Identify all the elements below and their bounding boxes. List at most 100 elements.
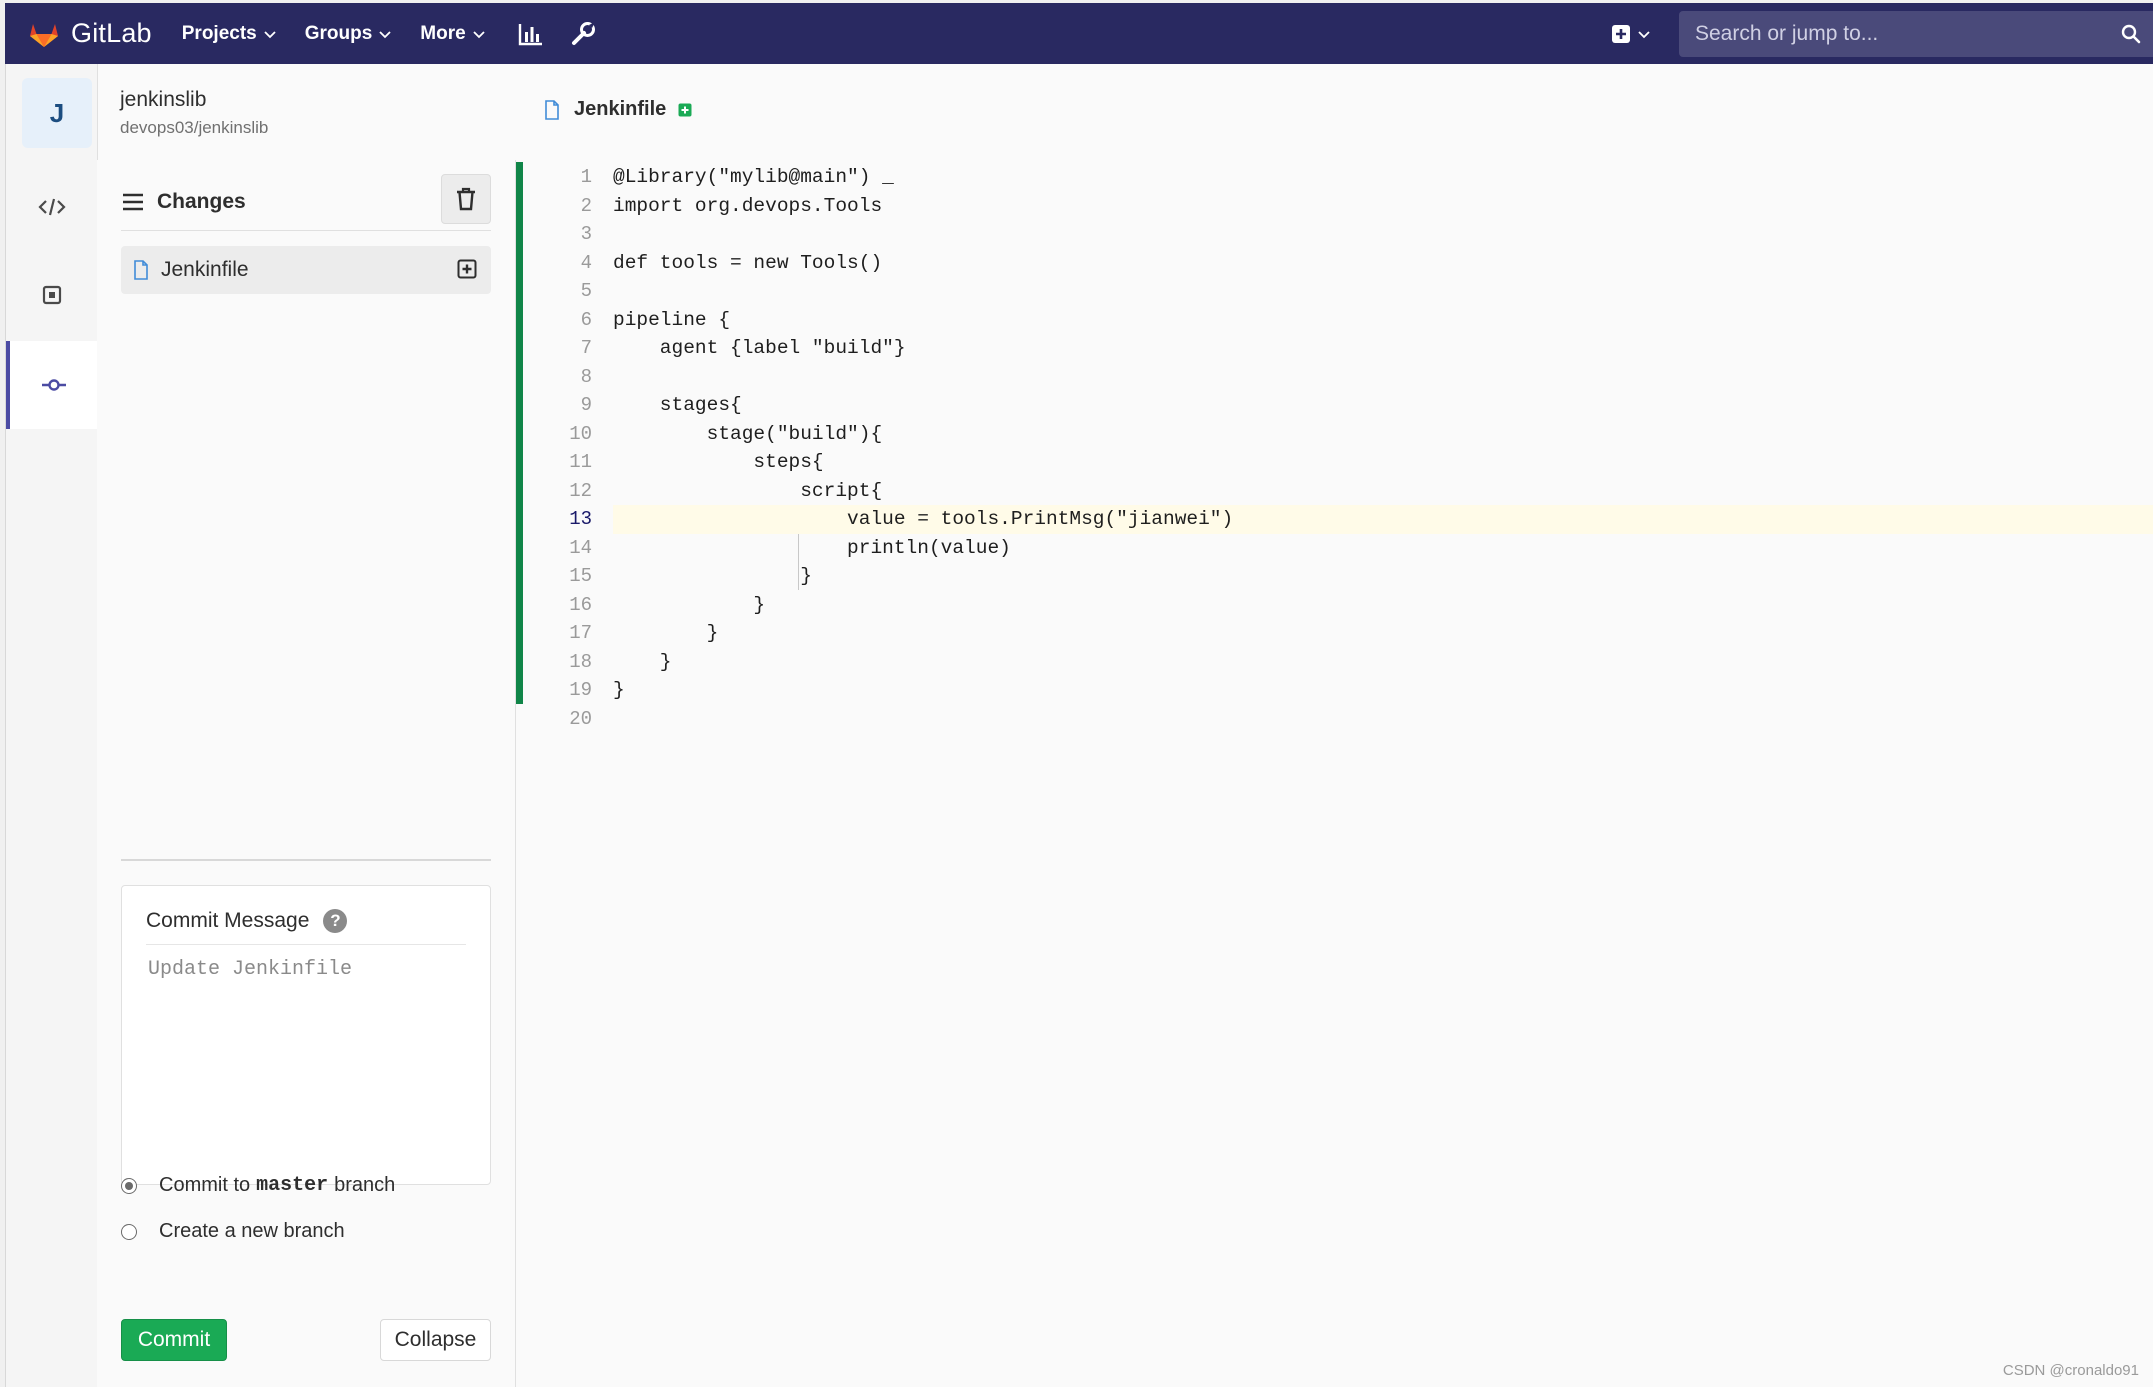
line-number: 7	[580, 337, 592, 360]
nav-groups[interactable]: Groups	[305, 23, 393, 45]
code-line[interactable]: 16 }	[516, 591, 2153, 620]
line-number: 10	[569, 422, 592, 445]
line-number: 5	[580, 280, 592, 303]
code-line[interactable]: 5	[516, 277, 2153, 306]
navbar-right	[1611, 3, 2153, 64]
code-text: }	[613, 679, 625, 702]
code-text: pipeline {	[613, 308, 731, 331]
code-line[interactable]: 1 @Library("mylib@main") _	[516, 163, 2153, 192]
nav-more-label: More	[420, 22, 466, 44]
search-box	[1679, 10, 2153, 57]
project-path: devops03/jenkinslib	[120, 118, 269, 137]
radio-button-checked[interactable]	[121, 1177, 137, 1194]
code-line[interactable]: 6 pipeline {	[516, 306, 2153, 335]
edit-mode-button[interactable]	[6, 163, 97, 251]
code-line[interactable]: 13 value = tools.PrintMsg("jianwei")	[569, 505, 2153, 534]
chevron-down-icon	[473, 30, 485, 38]
radio-button[interactable]	[121, 1223, 137, 1240]
chevron-down-icon	[264, 30, 276, 38]
panel-divider	[121, 859, 491, 861]
code-line[interactable]: 11 steps{	[516, 448, 2153, 477]
list-icon	[123, 193, 143, 211]
code-line[interactable]: 15 }	[516, 562, 2153, 591]
line-number: 4	[580, 251, 592, 274]
code-line[interactable]: 12 script{	[516, 477, 2153, 506]
new-dropdown[interactable]	[1611, 24, 1651, 44]
commit-button[interactable]: Commit	[121, 1319, 227, 1361]
changed-file-row[interactable]: Jenkinfile	[121, 246, 491, 294]
line-number: 1	[580, 166, 592, 189]
code-line[interactable]: 8	[516, 363, 2153, 392]
project-header[interactable]: jenkinslib devops03/jenkinslib	[120, 88, 268, 138]
code-text: import org.devops.Tools	[613, 194, 883, 217]
code-text: }	[613, 650, 672, 673]
search-input[interactable]	[1693, 20, 2097, 47]
code-line[interactable]: 9 stages{	[516, 391, 2153, 420]
editor-tab[interactable]: Jenkinfile	[544, 98, 692, 121]
file-addition-icon[interactable]	[457, 259, 477, 279]
collapse-button[interactable]: Collapse	[380, 1319, 491, 1361]
project-avatar[interactable]: J	[22, 78, 92, 148]
review-mode-button[interactable]	[6, 251, 97, 339]
create-new-branch-option[interactable]: Create a new branch	[121, 1220, 345, 1243]
code-text: script{	[613, 479, 883, 502]
ide-activity-bar: J	[6, 64, 98, 1387]
line-number: 20	[569, 707, 592, 730]
code-line[interactable]: 3	[516, 220, 2153, 249]
option-master-branch: master	[256, 1174, 329, 1197]
code-editor[interactable]: 1 @Library("mylib@main") _ 2 import org.dev…	[516, 162, 2153, 1387]
code-line[interactable]: 18 }	[516, 648, 2153, 677]
chevron-down-icon	[1638, 30, 1650, 38]
help-icon[interactable]: ?	[323, 909, 348, 933]
activity-chart-button[interactable]	[516, 19, 546, 49]
line-number: 18	[569, 650, 592, 673]
code-icon	[37, 198, 66, 216]
editor-tab-bar: Jenkinfile	[516, 64, 2153, 163]
commit-icon	[41, 379, 66, 391]
line-number: 16	[569, 593, 592, 616]
code-text: value = tools.PrintMsg("jianwei")	[613, 508, 1234, 531]
editor-tab-name: Jenkinfile	[574, 98, 667, 120]
code-text: stages{	[613, 394, 742, 417]
watermark: CSDN @cronaldo91	[2002, 1362, 2139, 1379]
changed-file-name: Jenkinfile	[161, 258, 249, 281]
code-text: @Library("mylib@main") _	[613, 166, 894, 189]
chevron-down-icon	[379, 30, 391, 38]
changes-panel: Changes Jenkinfile Commit Message ? Upda…	[97, 160, 516, 1387]
editor-pane: Jenkinfile 1 @Library("mylib@main") _ 2 imp…	[516, 64, 2153, 1387]
code-line[interactable]: 4 def tools = new Tools()	[516, 249, 2153, 278]
commit-to-master-option[interactable]: Commit to master branch	[121, 1174, 395, 1197]
code-line[interactable]: 19}	[516, 676, 2153, 705]
top-navbar: GitLab Projects Groups More	[5, 3, 2153, 64]
project-name: jenkinslib	[120, 88, 207, 111]
nav-projects[interactable]: Projects	[182, 23, 277, 45]
admin-area-button[interactable]	[568, 19, 598, 49]
discard-all-button[interactable]	[441, 174, 491, 224]
gitlab-logo[interactable]: GitLab	[29, 18, 152, 49]
brand-name: GitLab	[71, 18, 152, 48]
changes-header: Changes	[121, 174, 491, 231]
commit-message-input[interactable]	[146, 956, 466, 1170]
code-text: steps{	[613, 451, 824, 474]
code-text: }	[613, 565, 812, 588]
nav-more[interactable]: More	[420, 23, 485, 45]
line-number: 13	[569, 508, 592, 531]
code-line[interactable]: 2 import org.devops.Tools	[516, 192, 2153, 221]
code-line[interactable]: 17 }	[516, 619, 2153, 648]
nav-groups-label: Groups	[304, 22, 373, 44]
file-added-icon	[678, 103, 692, 116]
commit-mode-button[interactable]	[6, 341, 97, 429]
line-number: 19	[569, 679, 592, 702]
code-line[interactable]: 20	[516, 705, 2153, 734]
code-line[interactable]: 14 println(value)	[516, 534, 2153, 563]
commit-message-box: Commit Message ?	[121, 885, 491, 1185]
line-number: 15	[569, 565, 592, 588]
file-icon	[134, 260, 148, 280]
code-line[interactable]: 10 stage("build"){	[516, 420, 2153, 449]
line-number: 8	[580, 365, 592, 388]
code-line[interactable]: 7 agent {label "build"}	[516, 334, 2153, 363]
option-new-branch-label: Create a new branch	[159, 1220, 345, 1242]
line-number: 2	[580, 194, 592, 217]
line-number: 12	[569, 479, 592, 502]
search-icon[interactable]	[2121, 24, 2141, 44]
